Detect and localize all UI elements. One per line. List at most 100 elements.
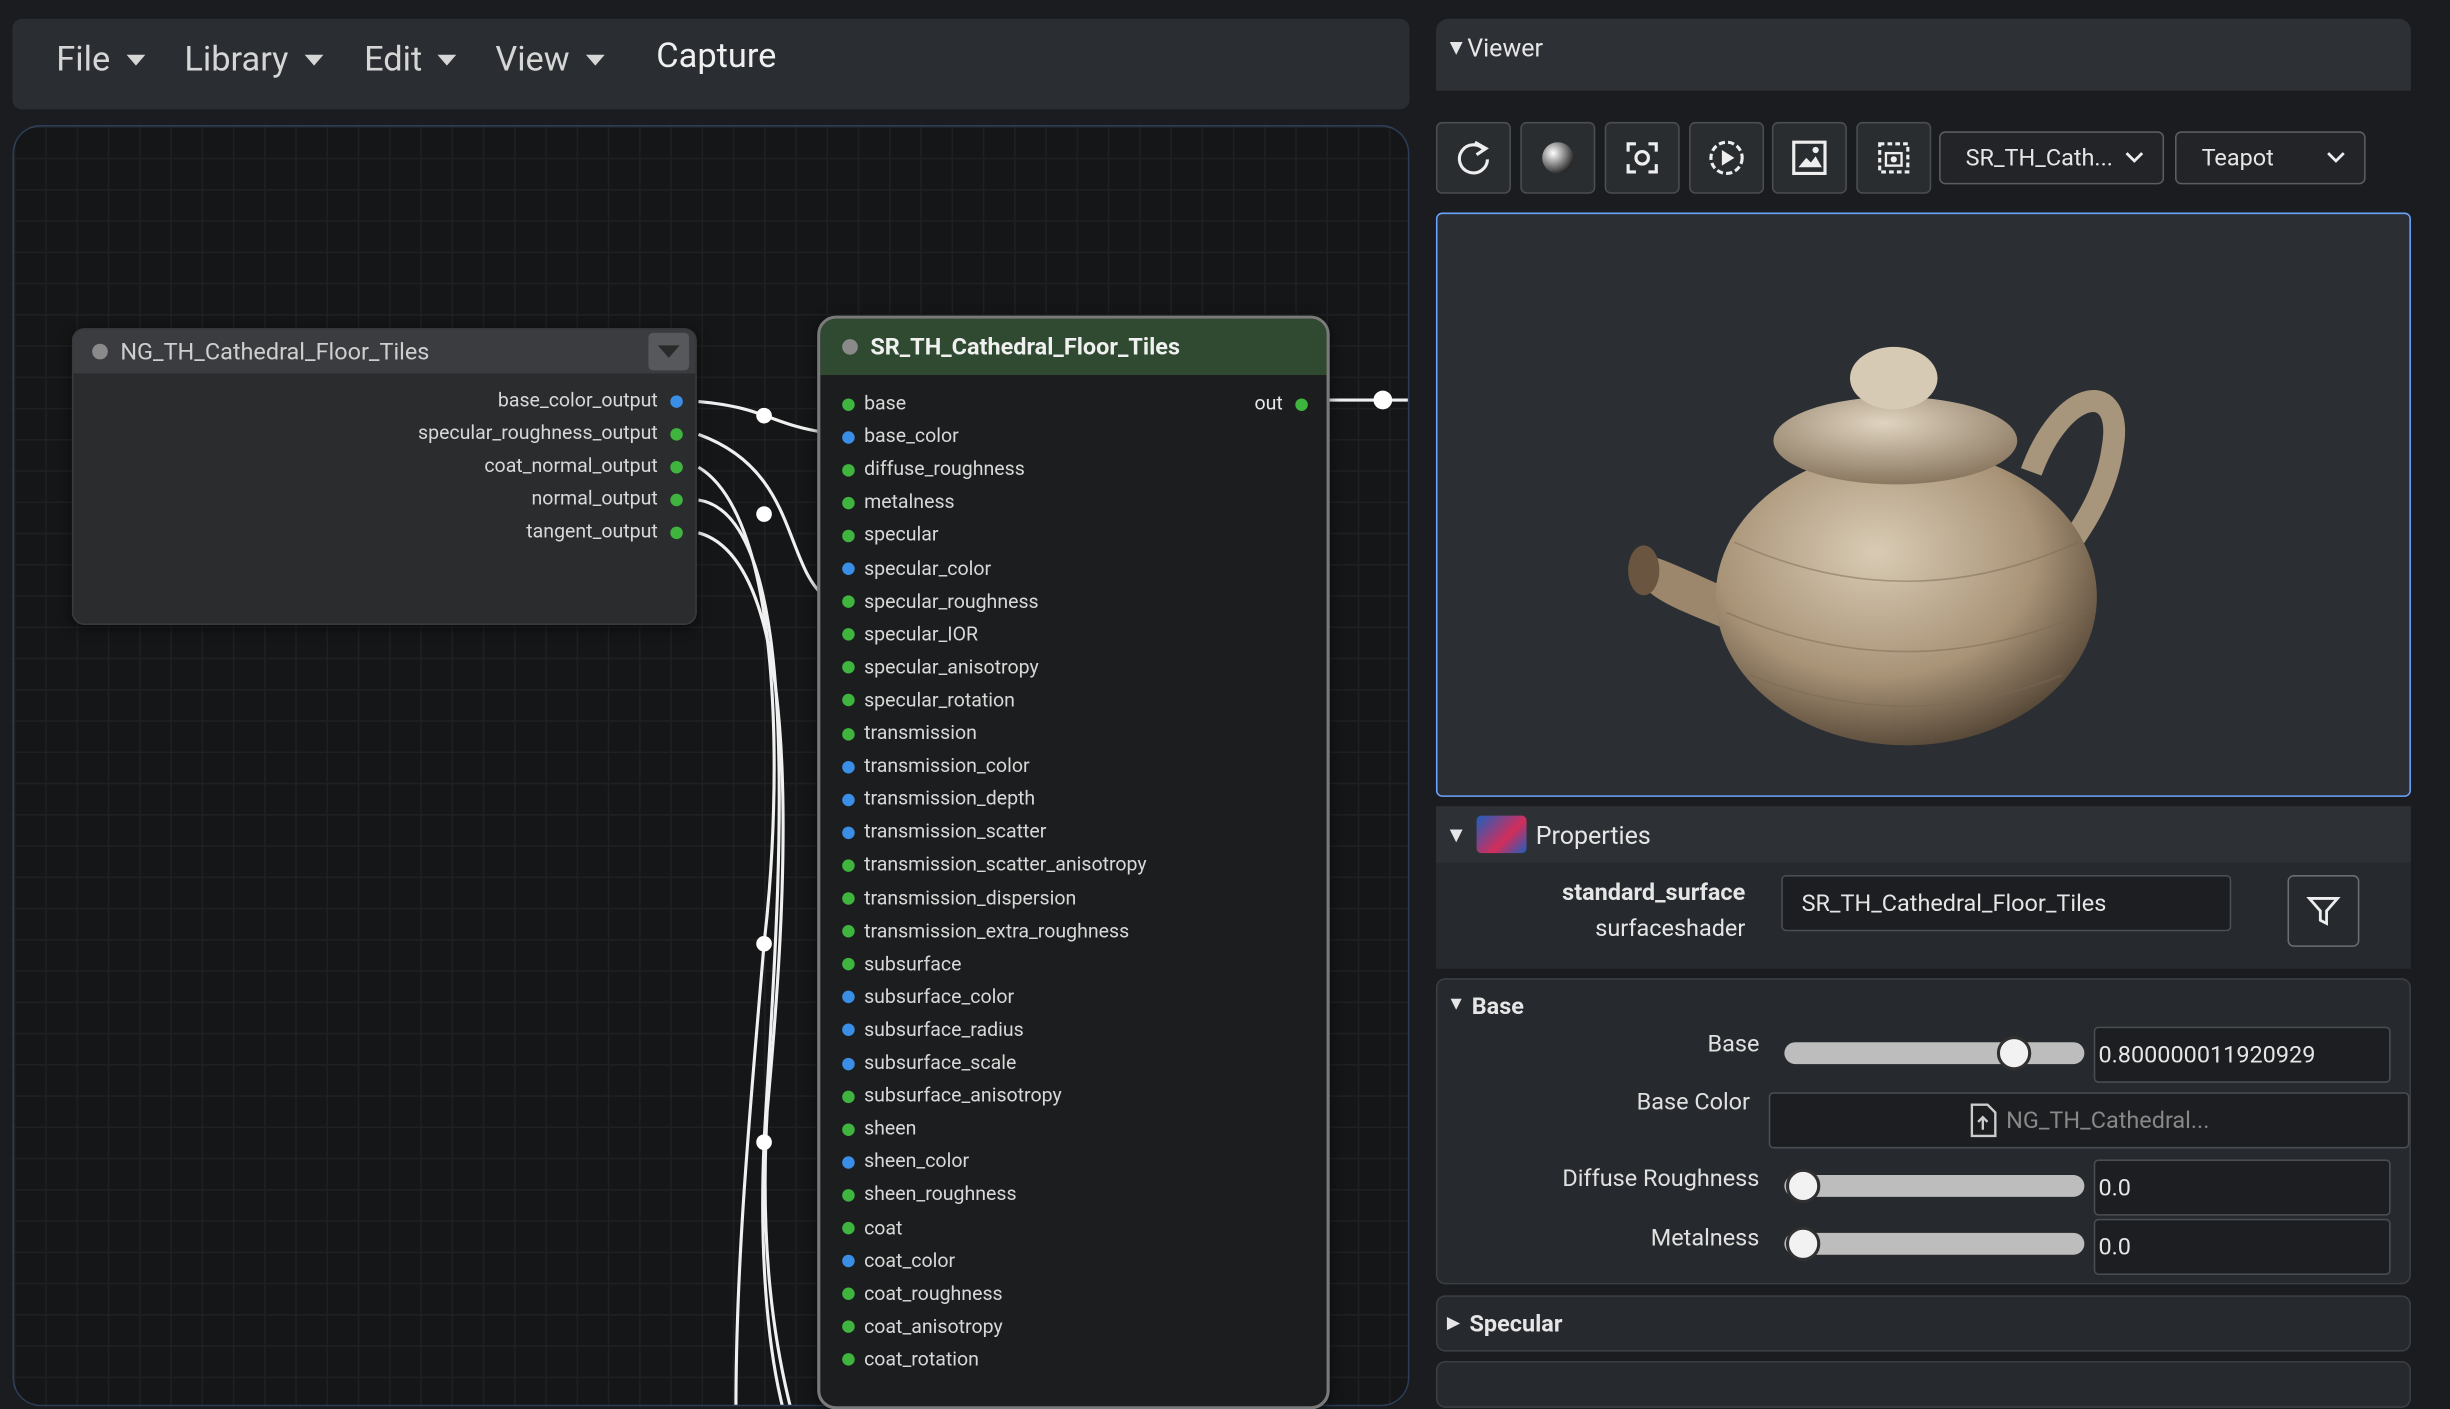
port-transmission-dispersion[interactable]: transmission_dispersion xyxy=(842,887,1076,910)
view-menu[interactable]: View xyxy=(495,41,605,80)
port-dot[interactable] xyxy=(842,1155,855,1169)
port-subsurface-radius[interactable]: subsurface_radius xyxy=(842,1019,1024,1042)
port-transmission-depth[interactable]: transmission_depth xyxy=(842,788,1035,811)
port-dot[interactable] xyxy=(842,1254,855,1268)
port-subsurface-anisotropy[interactable]: subsurface_anisotropy xyxy=(842,1085,1062,1108)
port-sheen[interactable]: sheen xyxy=(842,1117,916,1141)
screenshot-button[interactable] xyxy=(1856,121,1932,194)
port-dot[interactable] xyxy=(842,1188,855,1202)
geometry-select[interactable]: Teapot xyxy=(2175,131,2366,185)
port-specular[interactable]: specular xyxy=(842,524,938,547)
environment-button[interactable] xyxy=(1771,121,1847,194)
port-dot[interactable] xyxy=(670,460,683,473)
port-dot[interactable] xyxy=(842,1221,855,1235)
filter-button[interactable] xyxy=(2287,875,2360,947)
port-sheen-color[interactable]: sheen_color xyxy=(842,1150,969,1174)
port-coat-roughness[interactable]: coat_roughness xyxy=(842,1282,1003,1306)
base-section-header[interactable]: ▼ Base xyxy=(1447,992,1524,1020)
next-section[interactable] xyxy=(1435,1360,2411,1408)
port-specular-roughness[interactable]: specular_roughness xyxy=(842,590,1039,613)
port-dot[interactable] xyxy=(842,1287,855,1301)
base-slider-knob[interactable] xyxy=(1996,1035,2032,1071)
port-dot[interactable] xyxy=(842,397,855,411)
port-base-color[interactable]: base_color xyxy=(842,425,959,449)
port-dot[interactable] xyxy=(842,1089,855,1103)
metalness-input[interactable]: 0.0 xyxy=(2093,1218,2391,1275)
diffuse-roughness-input[interactable]: 0.0 xyxy=(2093,1159,2391,1216)
port-specular-anisotropy[interactable]: specular_anisotropy xyxy=(842,656,1039,679)
port-coat-rotation[interactable]: coat_rotation xyxy=(842,1348,979,1372)
metalness-knob[interactable] xyxy=(1785,1226,1821,1261)
port-transmission-extra-roughness[interactable]: transmission_extra_roughness xyxy=(842,920,1129,943)
port-transmission-scatter[interactable]: transmission_scatter xyxy=(842,821,1046,844)
port-dot[interactable] xyxy=(670,492,683,506)
port-subsurface-scale[interactable]: subsurface_scale xyxy=(842,1052,1016,1075)
port-dot[interactable] xyxy=(842,892,855,905)
frame-view-button[interactable] xyxy=(1604,121,1680,194)
properties-header[interactable]: ▼ Properties xyxy=(1435,806,2411,863)
base-slider[interactable] xyxy=(1784,1042,2085,1065)
port-dot[interactable] xyxy=(842,991,855,1004)
port-subsurface[interactable]: subsurface xyxy=(842,953,961,976)
port-dot[interactable] xyxy=(842,925,855,938)
port-coat-normal-output[interactable]: coat_normal_output xyxy=(484,455,683,478)
port-tangent-output[interactable]: tangent_output xyxy=(526,520,683,544)
render-viewport[interactable] xyxy=(1435,212,2411,797)
port-dot[interactable] xyxy=(842,595,855,608)
port-dot[interactable] xyxy=(842,727,855,740)
port-coat[interactable]: coat xyxy=(842,1216,902,1240)
port-dot[interactable] xyxy=(842,463,855,477)
node-header[interactable]: SR_TH_Cathedral_Floor_Tiles xyxy=(820,318,1327,375)
port-normal-output[interactable]: normal_output xyxy=(532,488,683,511)
port-dot[interactable] xyxy=(842,1057,855,1070)
node-sr-cathedral[interactable]: SR_TH_Cathedral_Floor_Tiles out base base… xyxy=(817,315,1330,1409)
port-specular-roughness-output[interactable]: specular_roughness_output xyxy=(418,422,683,445)
port-transmission-color[interactable]: transmission_color xyxy=(842,755,1030,778)
port-dot[interactable] xyxy=(842,1122,855,1136)
specular-section[interactable]: ▶ Specular xyxy=(1435,1295,2411,1352)
port-dot[interactable] xyxy=(670,394,683,408)
port-transmission-scatter-anisotropy[interactable]: transmission_scatter_anisotropy xyxy=(842,854,1147,877)
node-ng-cathedral[interactable]: NG_TH_Cathedral_Floor_Tiles base_color_o… xyxy=(71,328,697,625)
port-dot[interactable] xyxy=(842,661,855,674)
port-diffuse-roughness[interactable]: diffuse_roughness xyxy=(842,458,1025,482)
port-dot[interactable] xyxy=(842,958,855,971)
port-dot[interactable] xyxy=(842,760,855,773)
port-coat-anisotropy[interactable]: coat_anisotropy xyxy=(842,1315,1003,1339)
port-dot[interactable] xyxy=(842,529,855,543)
shading-button[interactable] xyxy=(1520,121,1596,194)
port-dot[interactable] xyxy=(842,430,855,444)
port-transmission[interactable]: transmission xyxy=(842,722,977,745)
port-specular-IOR[interactable]: specular_IOR xyxy=(842,623,978,646)
node-name-input[interactable]: SR_TH_Cathedral_Floor_Tiles xyxy=(1781,875,2232,932)
base-color-connection[interactable]: NG_TH_Cathedral... xyxy=(1768,1092,2410,1149)
library-menu[interactable]: Library xyxy=(184,41,323,80)
port-specular-color[interactable]: specular_color xyxy=(842,557,991,580)
material-select[interactable]: SR_TH_Cath... xyxy=(1939,131,2165,185)
viewer-header[interactable]: ▼ Viewer xyxy=(1435,18,2411,91)
port-out[interactable]: out xyxy=(1255,392,1308,416)
specular-section-header[interactable]: ▶ Specular xyxy=(1447,1309,1563,1337)
port-dot[interactable] xyxy=(1295,397,1308,411)
port-metalness[interactable]: metalness xyxy=(842,491,955,515)
port-dot[interactable] xyxy=(842,1320,855,1334)
port-specular-rotation[interactable]: specular_rotation xyxy=(842,689,1015,712)
edit-menu[interactable]: Edit xyxy=(364,41,457,80)
port-dot[interactable] xyxy=(842,1353,855,1367)
diffuse-roughness-slider[interactable] xyxy=(1784,1175,2085,1197)
reset-view-button[interactable] xyxy=(1435,121,1511,194)
port-dot[interactable] xyxy=(842,826,855,839)
port-dot[interactable] xyxy=(842,628,855,641)
turntable-button[interactable] xyxy=(1689,121,1765,194)
metalness-slider[interactable] xyxy=(1784,1232,2085,1255)
file-menu[interactable]: File xyxy=(56,41,145,80)
port-subsurface-color[interactable]: subsurface_color xyxy=(842,986,1014,1009)
port-dot[interactable] xyxy=(842,859,855,872)
port-dot[interactable] xyxy=(670,525,683,539)
port-coat-color[interactable]: coat_color xyxy=(842,1249,955,1273)
port-base[interactable]: base xyxy=(842,392,906,416)
port-dot[interactable] xyxy=(842,694,855,707)
collapse-toggle[interactable] xyxy=(648,332,690,371)
port-dot[interactable] xyxy=(842,496,855,510)
port-dot[interactable] xyxy=(842,793,855,806)
